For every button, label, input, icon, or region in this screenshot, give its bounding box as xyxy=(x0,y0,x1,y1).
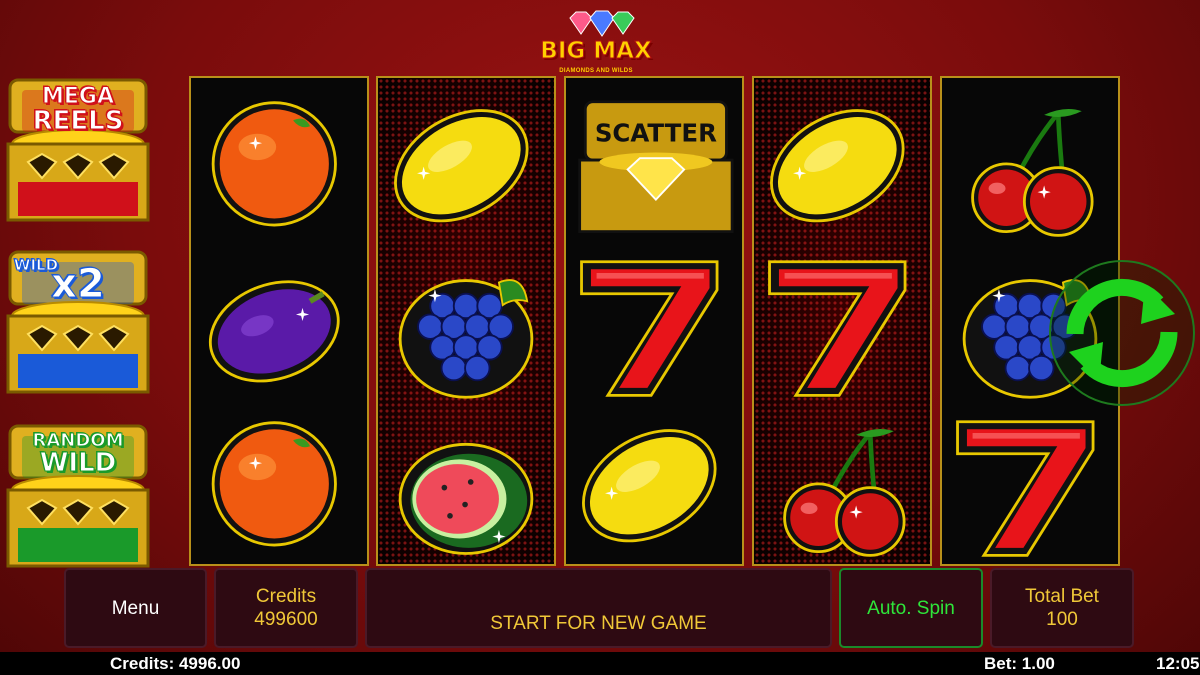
seven-icon xyxy=(580,260,719,397)
status-credits: Credits: 4996.00 xyxy=(110,654,241,673)
reel-1 xyxy=(189,76,369,566)
reel-symbol-seven xyxy=(942,406,1118,564)
random-wild-feature: RANDOM WILD xyxy=(2,424,154,570)
diamonds-icon xyxy=(569,10,635,37)
logo-subtitle: DIAMONDS AND WILDS xyxy=(559,68,633,74)
cherries-icon xyxy=(971,109,1094,237)
reel-symbol-grapes xyxy=(378,246,554,406)
total-bet-button[interactable]: Total Bet 100 xyxy=(990,568,1134,648)
feature-label-line2: REELS xyxy=(32,106,124,136)
reel-symbol-lemon xyxy=(754,86,930,246)
autospin-button[interactable]: Auto. Spin xyxy=(839,568,983,648)
logo-title: BIG MAX xyxy=(540,38,652,65)
reel-symbol-orange xyxy=(191,406,367,564)
credits-label: Credits xyxy=(255,586,317,607)
svg-text:SCATTER: SCATTER xyxy=(595,118,717,147)
spin-button[interactable] xyxy=(1047,258,1197,408)
seven-icon xyxy=(768,260,907,397)
menu-label: Menu xyxy=(111,597,160,619)
reel-symbol-cherries xyxy=(942,86,1118,246)
total-bet-label: Total Bet xyxy=(1025,586,1099,607)
reel-symbol-seven xyxy=(566,246,742,406)
orange-icon xyxy=(211,421,337,547)
credits-value: 499600 xyxy=(254,609,318,630)
wild-x2-feature: WILD x2 xyxy=(2,250,154,396)
reel-symbol-orange xyxy=(191,86,367,246)
lemon-icon xyxy=(582,429,717,543)
reel-symbol-seven xyxy=(754,246,930,406)
mega-reels-feature: MEGA REELS xyxy=(2,78,154,224)
orange-icon xyxy=(211,101,337,227)
lemon-icon xyxy=(770,109,905,223)
status-clock: 12:05 xyxy=(1156,654,1200,673)
grapes-icon xyxy=(398,279,534,399)
reel-symbol-cherries xyxy=(754,406,930,564)
start-game-button[interactable]: START FOR NEW GAME xyxy=(365,568,832,648)
lemon-icon xyxy=(394,109,529,223)
reel-4 xyxy=(752,76,932,566)
refresh-icon xyxy=(1049,260,1195,406)
reel-symbol-plum xyxy=(191,246,367,406)
reel-2 xyxy=(376,76,556,566)
autospin-label: Auto. Spin xyxy=(867,597,955,619)
reel-symbol-watermelon xyxy=(378,406,554,564)
menu-button[interactable]: Menu xyxy=(64,568,207,648)
status-bet: Bet: 1.00 xyxy=(984,654,1055,673)
game-message: START FOR NEW GAME xyxy=(490,613,707,634)
reel-symbol-lemon xyxy=(566,406,742,564)
status-bar: Credits: 4996.00 Bet: 1.00 12:05 xyxy=(0,652,1200,675)
reel-symbol-lemon xyxy=(378,86,554,246)
reel-3: SCATTER xyxy=(564,76,744,566)
credits-display: Credits 499600 xyxy=(214,568,358,648)
feature-label-line2: x2 xyxy=(51,261,106,307)
reel-symbol-scatter: SCATTER xyxy=(566,86,742,246)
game-logo: BIG MAX DIAMONDS AND WILDS xyxy=(530,8,662,74)
scatter-icon: SCATTER xyxy=(578,100,734,234)
feature-label-line1: MEGA xyxy=(41,84,114,109)
total-bet-value: 100 xyxy=(1046,609,1078,630)
watermelon-icon xyxy=(398,442,534,555)
feature-label-line2: WILD xyxy=(39,448,117,478)
cherries-icon xyxy=(783,429,906,557)
plum-icon xyxy=(208,280,340,383)
seven-icon xyxy=(956,420,1095,557)
